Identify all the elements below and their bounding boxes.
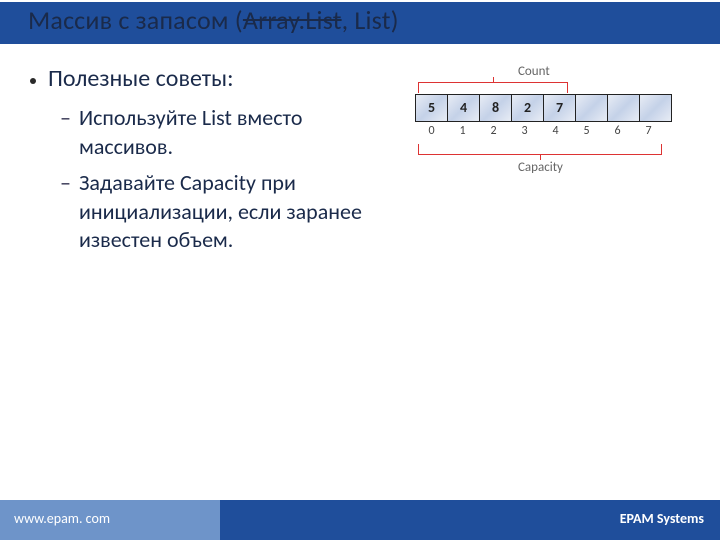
array-cell-empty <box>639 94 672 122</box>
index-label: 0 <box>416 124 447 138</box>
bullet-dot-icon <box>30 78 36 84</box>
footer-brand: EPAM Systems <box>620 510 704 527</box>
title-bar: Массив с запасом (Array.List, List) <box>0 0 720 46</box>
array-cell-empty <box>575 94 608 122</box>
sub-bullet-1-text: Используйте List вместо массивов. <box>79 104 384 161</box>
dash-icon: – <box>60 169 71 197</box>
bullet-main: Полезные советы: <box>24 64 384 94</box>
array-cell: 2 <box>511 94 544 122</box>
slide-title: Массив с запасом (Array.List, List) <box>28 4 399 36</box>
footer-bar: www.epam. com EPAM Systems <box>0 500 720 540</box>
array-cell: 8 <box>479 94 512 122</box>
index-label: 3 <box>509 124 540 138</box>
array-cell: 5 <box>415 94 448 122</box>
footer-url: www.epam. com <box>14 510 110 527</box>
array-cell: 4 <box>447 94 480 122</box>
index-label: 2 <box>478 124 509 138</box>
index-row: 0 1 2 3 4 5 6 7 <box>416 124 664 138</box>
index-label: 6 <box>602 124 633 138</box>
sub-bullet-2-text: Задавайте Capacity при инициализации, ес… <box>79 169 384 255</box>
index-label: 4 <box>540 124 571 138</box>
title-deprecated: Array.List <box>243 4 342 36</box>
sub-bullet-2: – Задавайте Capacity при инициализации, … <box>60 169 384 255</box>
capacity-brace <box>418 144 662 155</box>
array-cell: 7 <box>543 94 576 122</box>
count-brace <box>418 82 568 93</box>
text-column: Полезные советы: – Используйте List вмес… <box>24 64 384 263</box>
index-label: 1 <box>447 124 478 138</box>
capacity-label: Capacity <box>518 160 563 175</box>
array-cells: 5 4 8 2 7 <box>416 94 672 122</box>
array-cell-empty <box>607 94 640 122</box>
sub-bullet-1: – Используйте List вместо массивов. <box>60 104 384 161</box>
array-diagram: Count 5 4 8 2 7 0 1 2 3 4 5 6 7 Capacity <box>388 64 702 214</box>
dash-icon: – <box>60 104 71 132</box>
index-label: 5 <box>571 124 602 138</box>
count-label: Count <box>518 64 550 79</box>
title-rest: List) <box>354 4 398 36</box>
content-area: Полезные советы: – Используйте List вмес… <box>0 46 720 263</box>
index-label: 7 <box>633 124 664 138</box>
title-mid: , <box>342 4 355 36</box>
bullet-main-text: Полезные советы: <box>48 64 234 94</box>
title-prefix: Массив с запасом ( <box>28 4 243 36</box>
